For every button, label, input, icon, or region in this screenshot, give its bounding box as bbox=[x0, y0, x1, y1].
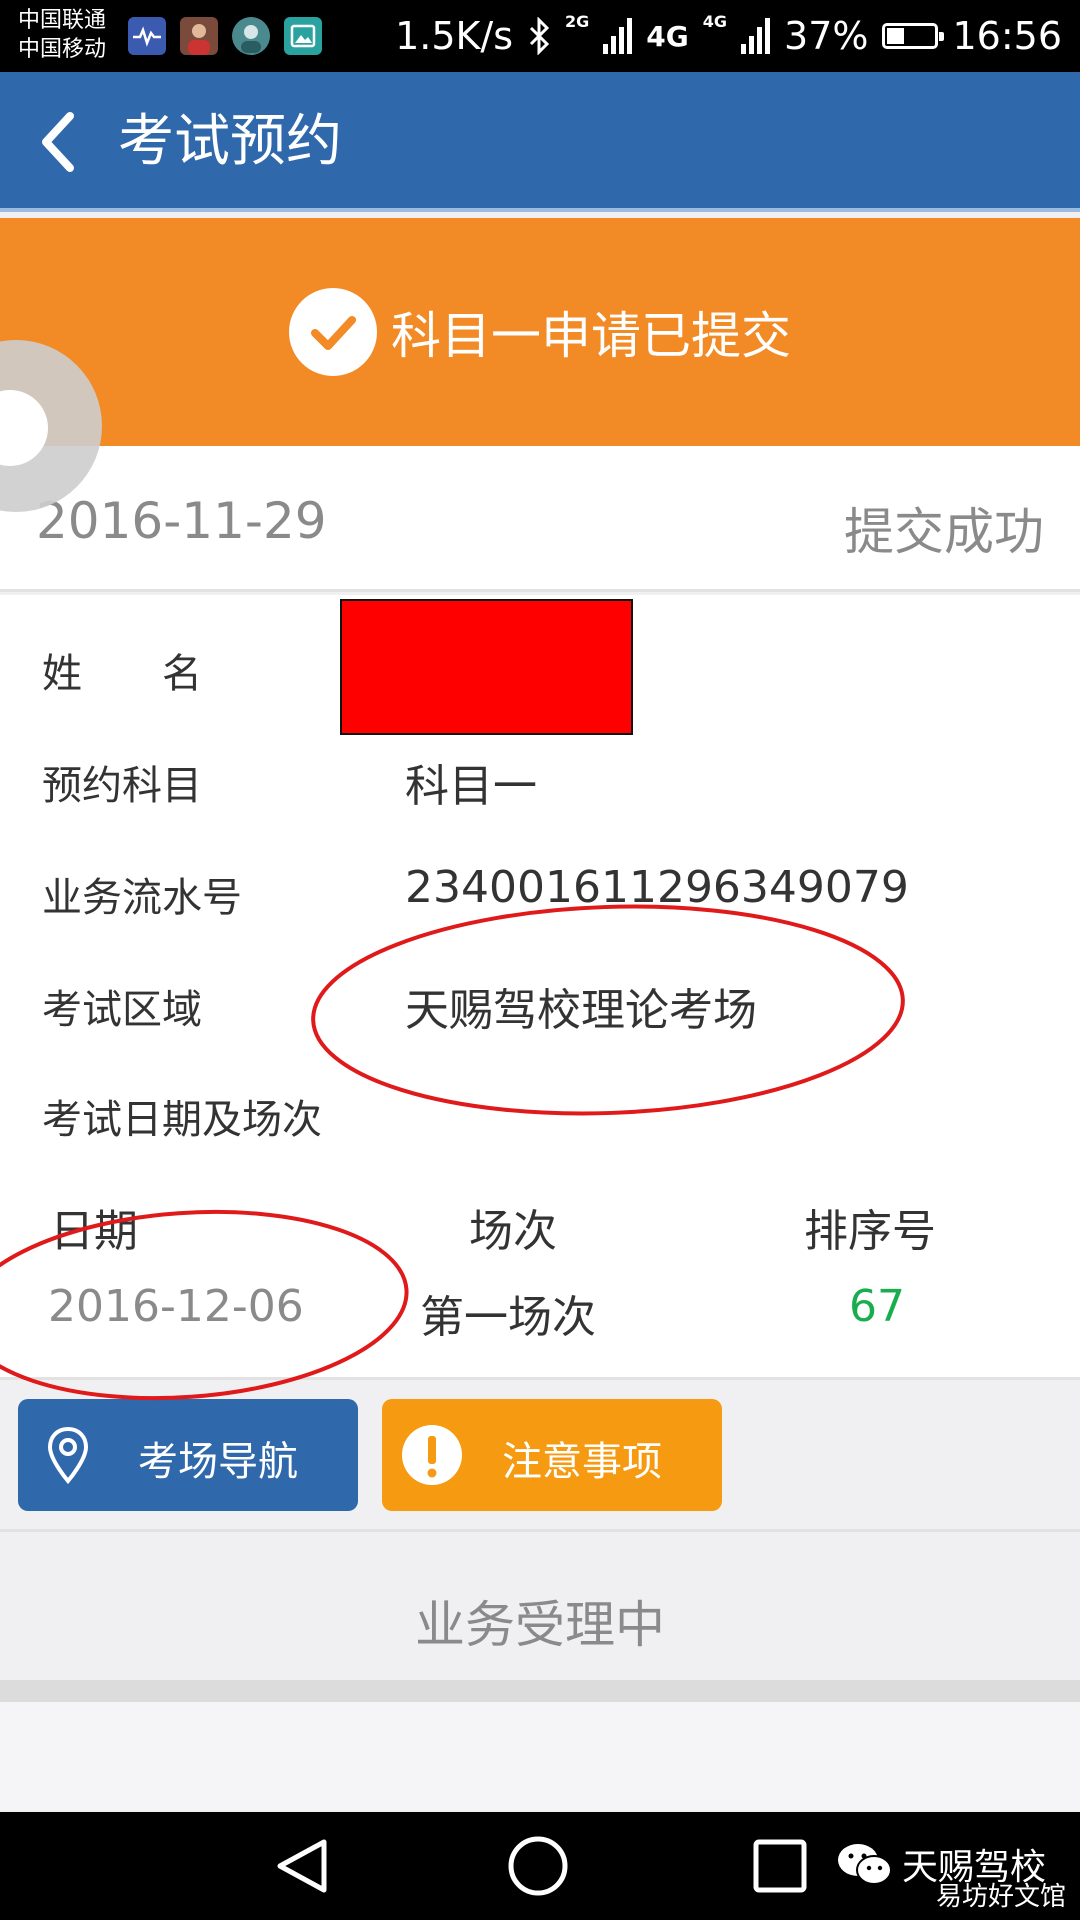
venue-navigation-button[interactable]: 考场导航 bbox=[18, 1399, 358, 1511]
table-cell-order: 67 bbox=[849, 1281, 905, 1332]
screen: 中国联通 中国移动 1.5K/s 2G 4G 4G 37% 16:56 考试预约… bbox=[0, 0, 1080, 1920]
location-pin-icon bbox=[47, 1426, 89, 1485]
nav-back-icon[interactable] bbox=[270, 1834, 334, 1898]
watermark-site: 易坊好文馆 bbox=[936, 1882, 1067, 1912]
network-4g-label: 4G bbox=[646, 19, 689, 53]
table-header-session: 场次 bbox=[469, 1206, 557, 1257]
page-title: 考试预约 bbox=[118, 109, 342, 174]
area-value: 天赐驾校理论考场 bbox=[405, 985, 757, 1036]
chevron-left-icon bbox=[42, 112, 74, 172]
network-4g-small-label: 4G bbox=[702, 12, 728, 31]
back-button[interactable] bbox=[32, 108, 92, 176]
check-circle-icon bbox=[289, 288, 377, 376]
processing-status: 业务受理中 bbox=[415, 1596, 665, 1654]
venue-navigation-label: 考场导航 bbox=[138, 1439, 298, 1485]
exclamation-circle-icon bbox=[402, 1425, 462, 1485]
table-cell-date: 2016-12-06 bbox=[48, 1281, 304, 1332]
nav-recents-icon[interactable] bbox=[748, 1834, 812, 1898]
table-header-order: 排序号 bbox=[804, 1206, 936, 1257]
schedule-label: 考试日期及场次 bbox=[42, 1097, 322, 1143]
submission-date: 2016-11-29 bbox=[36, 492, 327, 550]
notice-label: 注意事项 bbox=[502, 1439, 662, 1485]
table-cell-session: 第一场次 bbox=[420, 1292, 596, 1343]
section-gap bbox=[0, 1680, 1080, 1702]
empty-area bbox=[0, 1702, 1080, 1810]
area-label: 考试区域 bbox=[42, 987, 202, 1033]
signal-2g-icon bbox=[603, 18, 633, 54]
nav-home-icon[interactable] bbox=[506, 1834, 570, 1898]
status-bar: 中国联通 中国移动 1.5K/s 2G 4G 4G 37% 16:56 bbox=[0, 0, 1080, 72]
table-header-date: 日期 bbox=[50, 1206, 138, 1257]
buttons-divider bbox=[0, 1529, 1080, 1532]
health-app-icon bbox=[128, 17, 166, 55]
appointment-details: 姓 名 预约科目 科目一 业务流水号 234001611296349079 考试… bbox=[0, 595, 1080, 1654]
submission-row: 2016-11-29 提交成功 bbox=[0, 446, 1080, 592]
notice-button[interactable]: 注意事项 bbox=[382, 1399, 722, 1511]
network-speed: 1.5K/s bbox=[395, 14, 514, 58]
banner-message: 科目一申请已提交 bbox=[391, 307, 791, 365]
floating-button-dot bbox=[0, 390, 48, 466]
submission-status: 提交成功 bbox=[844, 503, 1044, 561]
name-label: 姓 名 bbox=[42, 651, 202, 697]
carrier-unicom: 中国联通 bbox=[18, 8, 107, 33]
gallery-icon bbox=[284, 17, 322, 55]
wechat-avatar-icon bbox=[232, 17, 270, 55]
serial-value: 234001611296349079 bbox=[405, 862, 909, 913]
contact-avatar-icon bbox=[180, 17, 218, 55]
clock: 16:56 bbox=[952, 14, 1062, 58]
carrier-mobile: 中国移动 bbox=[18, 37, 107, 62]
status-right: 1.5K/s 2G 4G 4G 37% 16:56 bbox=[395, 0, 1062, 72]
network-2g-label: 2G bbox=[565, 12, 590, 31]
serial-label: 业务流水号 bbox=[42, 875, 242, 921]
table-divider bbox=[0, 1377, 1080, 1380]
subject-value: 科目一 bbox=[405, 761, 537, 812]
subject-label: 预约科目 bbox=[42, 763, 202, 809]
name-redaction bbox=[340, 599, 633, 735]
bluetooth-icon bbox=[529, 17, 550, 55]
signal-4g-icon bbox=[741, 18, 771, 54]
app-bar: 考试预约 bbox=[0, 72, 1080, 212]
wechat-icon bbox=[838, 1844, 892, 1885]
battery-level bbox=[887, 28, 905, 44]
battery-percent: 37% bbox=[784, 14, 869, 58]
carrier-names: 中国联通 中国移动 bbox=[18, 6, 106, 64]
notification-icons bbox=[128, 17, 322, 55]
battery-icon bbox=[882, 23, 945, 49]
success-banner: 科目一申请已提交 bbox=[0, 218, 1080, 446]
